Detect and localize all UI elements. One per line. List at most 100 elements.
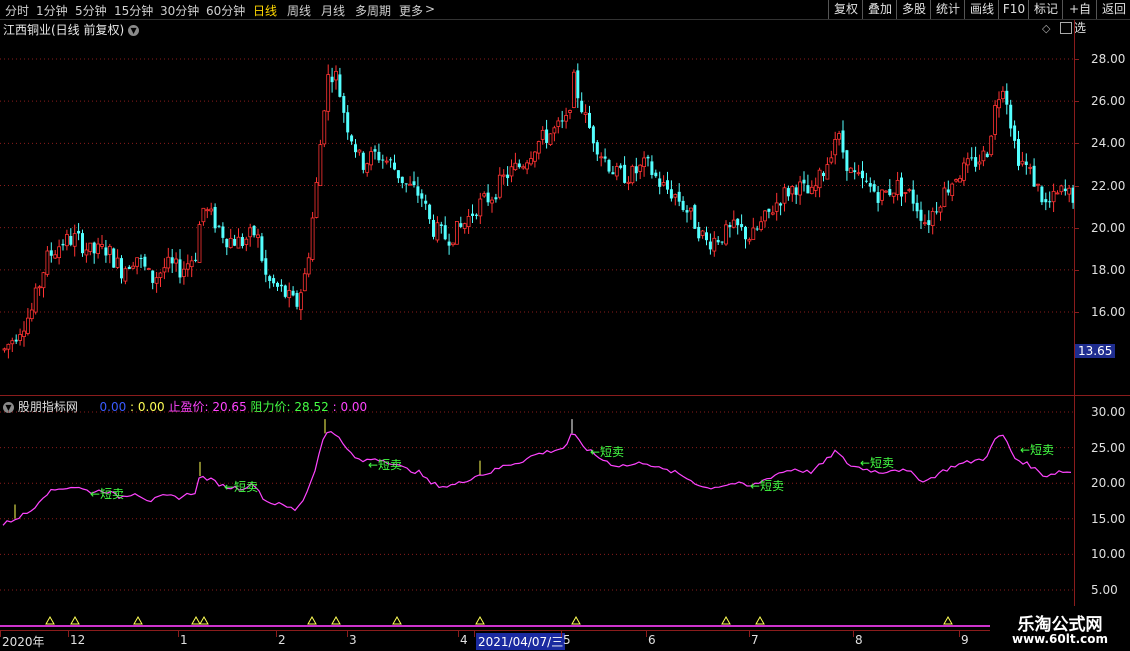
candle: [817, 167, 822, 198]
candle: [673, 193, 678, 206]
candle: [209, 202, 214, 216]
short-sell-signal-label: ←短卖: [90, 487, 124, 501]
candle: [396, 170, 400, 183]
candle: [1017, 130, 1020, 171]
candle: [330, 67, 334, 93]
candle: [900, 172, 903, 206]
toolbar-button-7[interactable]: +自选: [1062, 0, 1097, 35]
candle: [189, 255, 194, 278]
indicator-tick-label: 5.00: [1091, 583, 1118, 597]
period-tab-3[interactable]: 15分钟: [114, 2, 153, 19]
candle: [740, 214, 744, 231]
toolbar-button-1[interactable]: 叠加: [862, 0, 897, 19]
toolbar-button-0[interactable]: 复权: [828, 0, 863, 19]
toolbar-button-3[interactable]: 统计: [930, 0, 965, 19]
candle: [279, 279, 283, 292]
candle: [525, 159, 529, 175]
candle: [985, 151, 989, 158]
candle: [408, 176, 413, 186]
period-tab-5[interactable]: 60分钟: [206, 2, 245, 19]
indicator-line: [2, 431, 1072, 526]
candle: [57, 239, 61, 265]
candle: [420, 189, 424, 207]
candle: [334, 65, 338, 90]
candle: [393, 154, 396, 171]
candle: [950, 182, 955, 202]
candle: [822, 171, 825, 182]
candle: [712, 231, 717, 257]
chevron-down-icon[interactable]: ▼: [128, 25, 140, 36]
price-tick-mark: [1074, 227, 1079, 229]
candle: [1020, 151, 1025, 167]
candle: [669, 180, 673, 202]
candle: [545, 119, 549, 149]
candle: [911, 180, 915, 212]
candle: [276, 281, 279, 291]
date-tick-label: 5: [563, 633, 571, 647]
candle: [661, 175, 666, 187]
candle: [923, 214, 927, 227]
candle: [244, 236, 249, 252]
candle: [127, 265, 131, 270]
period-tab-10[interactable]: 更多: [399, 2, 423, 19]
toolbar-button-5[interactable]: F10: [998, 0, 1029, 19]
candle: [708, 233, 712, 255]
candle: [533, 151, 537, 168]
candle: [938, 205, 943, 221]
candle: [813, 177, 818, 198]
candle: [248, 223, 253, 247]
candle: [794, 184, 798, 204]
signal-triangle-icon: [70, 615, 80, 625]
candle: [1051, 183, 1056, 213]
more-arrow-icon[interactable]: >: [425, 2, 435, 16]
candle: [560, 110, 564, 129]
indicator-chart[interactable]: ←短卖 ←短卖 ←短卖 ←短卖 ←短卖 ←短卖 ←短卖: [0, 396, 1074, 630]
candle: [583, 104, 588, 124]
candle: [213, 203, 217, 233]
period-tab-8[interactable]: 月线: [321, 2, 345, 19]
toolbar-button-6[interactable]: 标记: [1028, 0, 1063, 19]
date-tick-mark: [458, 631, 459, 637]
candlestick-chart[interactable]: [0, 37, 1074, 395]
candle: [868, 177, 872, 193]
toolbar-button-4[interactable]: 画线: [964, 0, 999, 19]
chart-title: 江西铜业(日线 前复权): [3, 23, 125, 37]
date-tick-mark: [178, 631, 179, 637]
period-tab-0[interactable]: 分时: [5, 2, 29, 19]
period-tab-7[interactable]: 周线: [287, 2, 311, 19]
period-tab-1[interactable]: 1分钟: [36, 2, 68, 19]
signal-triangle-icon: [45, 615, 55, 625]
candle: [619, 163, 623, 170]
candle: [272, 274, 276, 287]
period-tab-4[interactable]: 30分钟: [160, 2, 199, 19]
candle: [381, 154, 385, 169]
toolbar-button-2[interactable]: 多股: [896, 0, 931, 19]
candle: [782, 183, 787, 212]
candle: [891, 192, 896, 204]
candle: [513, 152, 518, 171]
date-tick-mark: [749, 631, 750, 637]
diamond-icon[interactable]: ◇: [1042, 22, 1050, 35]
candle: [1063, 179, 1067, 196]
candle: [993, 100, 997, 140]
candle: [903, 192, 908, 203]
candle: [856, 164, 861, 176]
candle: [841, 120, 845, 159]
candle: [81, 229, 84, 257]
period-tab-9[interactable]: 多周期: [355, 2, 391, 19]
indicator-tick-label: 25.00: [1091, 440, 1126, 455]
date-tick-label: 6: [648, 633, 656, 647]
period-tab-2[interactable]: 5分钟: [75, 2, 107, 19]
price-tick-label: 28.00: [1091, 52, 1126, 66]
candle: [915, 194, 919, 219]
period-tab-6[interactable]: 日线: [253, 2, 277, 19]
window-toggle-icon[interactable]: [1060, 22, 1072, 34]
candle: [564, 107, 568, 129]
candle: [338, 67, 342, 98]
candle: [291, 286, 295, 297]
candle: [146, 267, 151, 270]
candle: [428, 203, 432, 224]
candle: [228, 228, 233, 249]
toolbar-button-8[interactable]: 返回: [1096, 0, 1130, 19]
candle: [588, 105, 591, 129]
